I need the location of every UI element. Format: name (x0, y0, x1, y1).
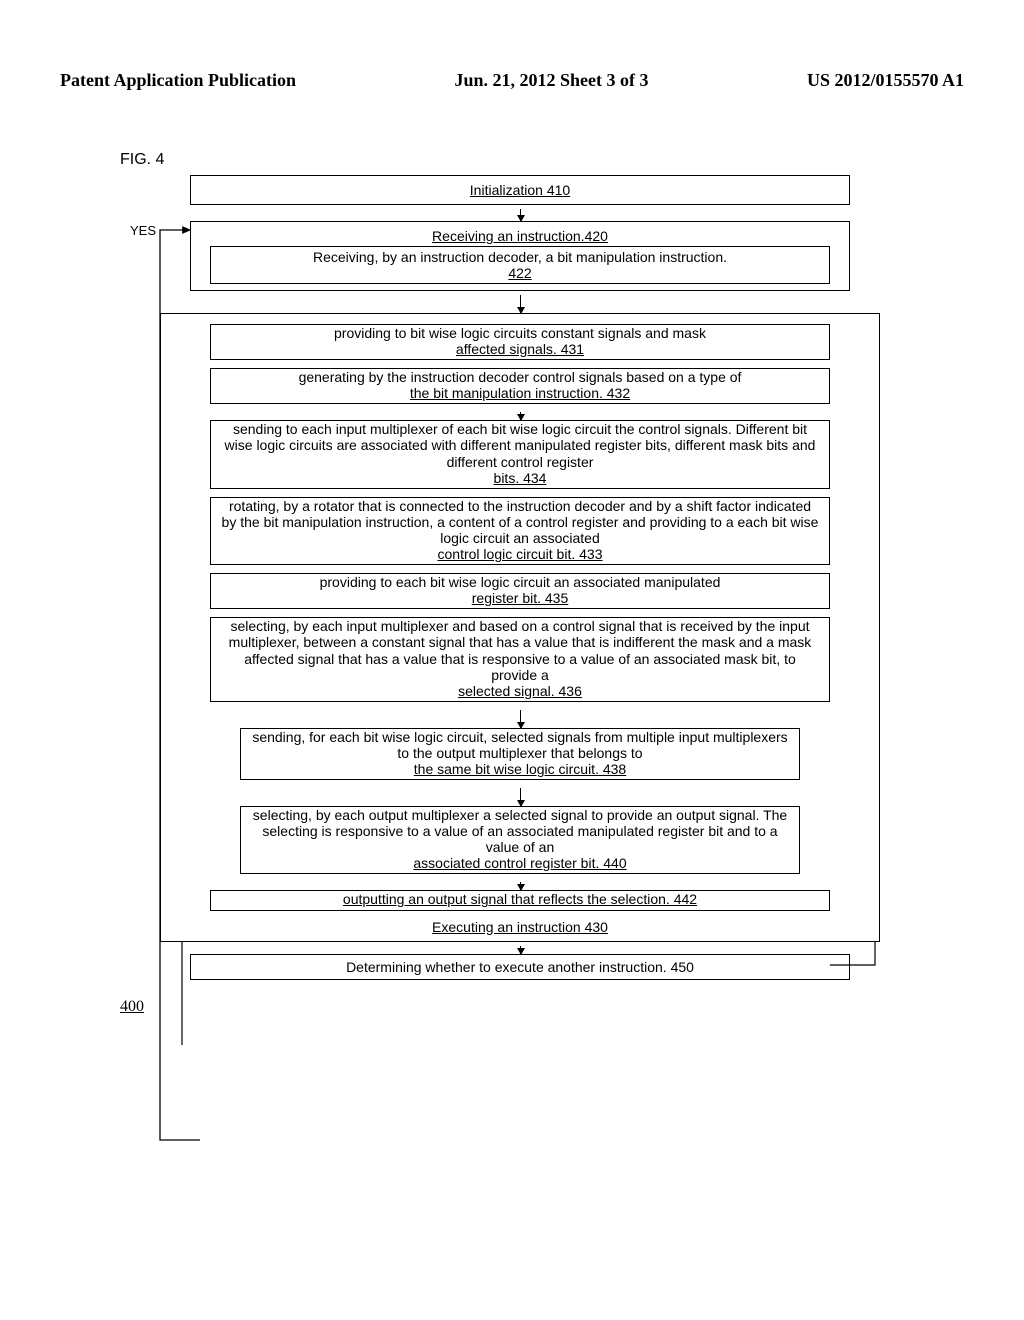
box-450: Determining whether to execute another i… (190, 954, 850, 980)
arrow-438-440 (520, 788, 521, 806)
text-438-a: sending, for each bit wise logic circuit… (252, 729, 787, 761)
box-432: generating by the instruction decoder co… (210, 368, 830, 404)
box-410: Initialization 410 (190, 175, 850, 205)
text-435-b: register bit. 435 (472, 590, 569, 606)
text-436-a: selecting, by each input multiplexer and… (229, 618, 812, 682)
box-442: outputting an output signal that reflect… (210, 890, 830, 910)
figure-reference-400: 400 (120, 998, 964, 1016)
box-438: sending, for each bit wise logic circuit… (240, 728, 800, 780)
arrow-440-442 (520, 882, 521, 890)
header-center: Jun. 21, 2012 Sheet 3 of 3 (454, 70, 648, 91)
text-420: Receiving an instruction.420 (432, 226, 608, 244)
arrow-432-434 (520, 412, 521, 420)
box-433: rotating, by a rotator that is connected… (210, 497, 830, 565)
text-432-a: generating by the instruction decoder co… (299, 369, 742, 385)
text-410: Initialization 410 (470, 180, 570, 198)
text-440-a: selecting, by each output multiplexer a … (253, 807, 787, 855)
text-433-b: control logic circuit bit. 433 (438, 546, 603, 562)
text-434-b: bits. 434 (494, 470, 547, 486)
text-440-b: associated control register bit. 440 (413, 855, 626, 871)
page: Patent Application Publication Jun. 21, … (0, 0, 1024, 1320)
arrow-430-450 (520, 946, 521, 954)
box-436: selecting, by each input multiplexer and… (210, 617, 830, 701)
arrow-420-430 (520, 295, 521, 313)
text-433-a: rotating, by a rotator that is connected… (222, 498, 819, 546)
header-right: US 2012/0155570 A1 (807, 70, 964, 91)
text-430-title: Executing an instruction 430 (171, 919, 869, 935)
figure-label: FIG. 4 (120, 151, 964, 169)
text-432-b: the bit manipulation instruction. 432 (410, 385, 630, 401)
text-434-a: sending to each input multiplexer of eac… (225, 421, 816, 469)
box-431: providing to bit wise logic circuits con… (210, 324, 830, 360)
box-422: Receiving, by an instruction decoder, a … (210, 246, 830, 284)
text-435-a: providing to each bit wise logic circuit… (320, 574, 721, 590)
box-430: providing to bit wise logic circuits con… (160, 313, 880, 942)
text-431-a: providing to bit wise logic circuits con… (334, 325, 706, 341)
text-450: Determining whether to execute another i… (346, 959, 694, 975)
box-440: selecting, by each output multiplexer a … (240, 806, 800, 874)
yes-label: YES (130, 223, 156, 238)
text-431-b: affected signals. 431 (456, 341, 584, 357)
box-435: providing to each bit wise logic circuit… (210, 573, 830, 609)
text-422-a: Receiving, by an instruction decoder, a … (313, 247, 727, 265)
text-436-b: selected signal. 436 (458, 683, 582, 699)
text-442: outputting an output signal that reflect… (343, 891, 697, 907)
page-header: Patent Application Publication Jun. 21, … (60, 70, 964, 91)
box-434: sending to each input multiplexer of eac… (210, 420, 830, 488)
text-438-b: the same bit wise logic circuit. 438 (414, 761, 626, 777)
box-420: Receiving an instruction.420 Receiving, … (190, 221, 850, 291)
flowchart: YES Initialization 410 (140, 175, 900, 980)
header-left: Patent Application Publication (60, 70, 296, 91)
arrow-436-438 (520, 710, 521, 728)
text-422-b: 422 (508, 265, 531, 281)
arrow-410-420 (520, 209, 521, 221)
